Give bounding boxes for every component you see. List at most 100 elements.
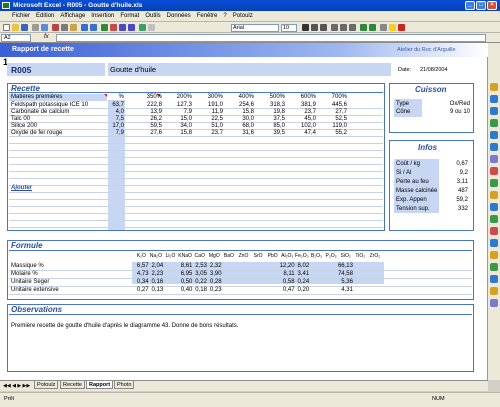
menu-fenetre[interactable]: Fenêtre <box>197 13 218 19</box>
recette-cell: 4,0 <box>115 109 124 115</box>
recette-cell: 45,0 <box>304 116 316 122</box>
row-rule <box>9 294 472 295</box>
borders-icon[interactable] <box>380 24 387 31</box>
save-icon[interactable] <box>21 24 28 31</box>
ajouter-link[interactable]: Ajouter <box>11 185 32 191</box>
recette-cell: 27,7 <box>335 109 347 115</box>
recette-cell: 445,6 <box>331 102 347 108</box>
row-rule <box>9 270 472 271</box>
menu-help[interactable]: ? <box>223 13 226 19</box>
tab-scroll-icon[interactable]: ◀◀ ◀ ▶ ▶▶ <box>3 383 30 389</box>
sort-asc-icon[interactable] <box>119 24 126 31</box>
tool-icon-8[interactable] <box>490 167 498 175</box>
align-center-icon[interactable] <box>340 24 347 31</box>
redo-icon[interactable] <box>90 24 97 31</box>
tool-icon-10[interactable] <box>490 191 498 199</box>
fill-color-icon[interactable] <box>389 24 396 31</box>
new-icon[interactable] <box>3 24 10 31</box>
row-rule <box>9 227 383 228</box>
recette-col-header: Matières premières <box>11 94 63 100</box>
menu-outils[interactable]: Outils <box>145 13 160 19</box>
tool-icon-11[interactable] <box>490 203 498 211</box>
italic-icon[interactable] <box>311 24 318 31</box>
underline-icon[interactable] <box>320 24 327 31</box>
tool-icon-7[interactable] <box>490 155 498 163</box>
formule-cell: 2,04 <box>151 263 164 269</box>
align-right-icon[interactable] <box>349 24 356 31</box>
tool-icon-15[interactable] <box>490 251 498 259</box>
recette-cell: 39,5 <box>273 130 285 136</box>
menu-edition[interactable]: Edition <box>36 13 54 19</box>
cuisson-value: 9 ou 10 <box>449 109 470 115</box>
menu-donnees[interactable]: Données <box>167 13 191 19</box>
tool-icon-1[interactable] <box>490 83 498 91</box>
minimize-button[interactable]: _ <box>465 1 475 10</box>
oxide-header: K₂O <box>136 253 146 259</box>
zoom-out-icon[interactable] <box>490 143 498 151</box>
undo-icon[interactable] <box>81 24 88 31</box>
cut-icon[interactable] <box>52 24 59 31</box>
cuisson-label: Cône <box>396 109 411 115</box>
menu-insertion[interactable]: Insertion <box>91 13 114 19</box>
info-value: 0,67 <box>456 161 468 167</box>
chart-wizard-icon[interactable] <box>139 24 146 31</box>
open-icon[interactable] <box>12 24 19 31</box>
copy-icon[interactable] <box>61 24 68 31</box>
tab-recette[interactable]: Recette <box>60 381 85 389</box>
recette-cell: 19,8 <box>273 109 285 115</box>
recette-cell: 59,5 <box>150 123 162 129</box>
tool-icon-12[interactable] <box>490 215 498 223</box>
preview-icon[interactable] <box>41 24 48 31</box>
autosum-icon[interactable] <box>110 24 117 31</box>
tool-icon-19[interactable] <box>490 299 498 307</box>
material-name: Carbonate de calcium <box>11 109 70 115</box>
recette-cell: 7,5 <box>115 116 124 122</box>
menu-fichier[interactable]: Fichier <box>12 13 30 19</box>
tool-icon-3[interactable] <box>490 107 498 115</box>
menu-format[interactable]: Format <box>120 13 139 19</box>
font-select[interactable]: Arial <box>231 24 279 32</box>
paste-icon[interactable] <box>70 24 77 31</box>
recette-cell: 52,5 <box>335 116 347 122</box>
tool-icon-13[interactable] <box>490 227 498 235</box>
bold-icon[interactable] <box>302 24 309 31</box>
hyperlink-icon[interactable] <box>101 24 108 31</box>
tab-rapport[interactable]: Rapport <box>86 381 114 389</box>
drawing-icon[interactable] <box>148 24 155 31</box>
tool-icon-17[interactable] <box>490 275 498 283</box>
menu-potoulz[interactable]: Potoulz <box>233 13 253 19</box>
formule-cell: 5,36 <box>341 279 353 285</box>
oxide-header: KNaO <box>178 253 192 259</box>
tab-photo[interactable]: Photo <box>114 381 135 389</box>
name-box[interactable]: A2 <box>1 34 31 42</box>
maximize-button[interactable]: □ <box>476 1 486 10</box>
recette-col-header: 700% <box>331 94 347 100</box>
tool-icon-9[interactable] <box>490 179 498 187</box>
tool-icon-2[interactable] <box>490 95 498 103</box>
font-color-icon[interactable] <box>398 24 405 31</box>
align-left-icon[interactable] <box>331 24 338 31</box>
menu-affichage[interactable]: Affichage <box>60 13 85 19</box>
oxide-header: Na₂O <box>149 253 162 259</box>
tool-icon-4[interactable] <box>490 119 498 127</box>
formule-cell: 2,32 <box>209 263 222 269</box>
tab-potoulz[interactable]: Potoulz <box>34 381 59 389</box>
fx-icon[interactable]: fx <box>44 34 49 40</box>
sort-desc-icon[interactable] <box>128 24 135 31</box>
font-size-select[interactable]: 10 <box>281 24 297 32</box>
recette-cell: 31,6 <box>242 130 254 136</box>
formula-input[interactable] <box>56 34 486 42</box>
print-icon[interactable] <box>32 24 39 31</box>
currency-icon[interactable] <box>360 24 367 31</box>
zoom-icon[interactable] <box>490 131 498 139</box>
tool-icon-14[interactable] <box>490 239 498 247</box>
tool-icon-18[interactable] <box>490 287 498 295</box>
tool-icon-16[interactable] <box>490 263 498 271</box>
recipe-name: Goutte d'huile <box>108 63 391 76</box>
recette-cell: 254,6 <box>238 102 254 108</box>
close-button[interactable]: × <box>487 1 497 10</box>
info-label: Masse calcinée <box>396 188 438 194</box>
row-rule <box>9 164 383 165</box>
percent-icon[interactable] <box>369 24 376 31</box>
observations-title: Observations <box>11 305 63 314</box>
